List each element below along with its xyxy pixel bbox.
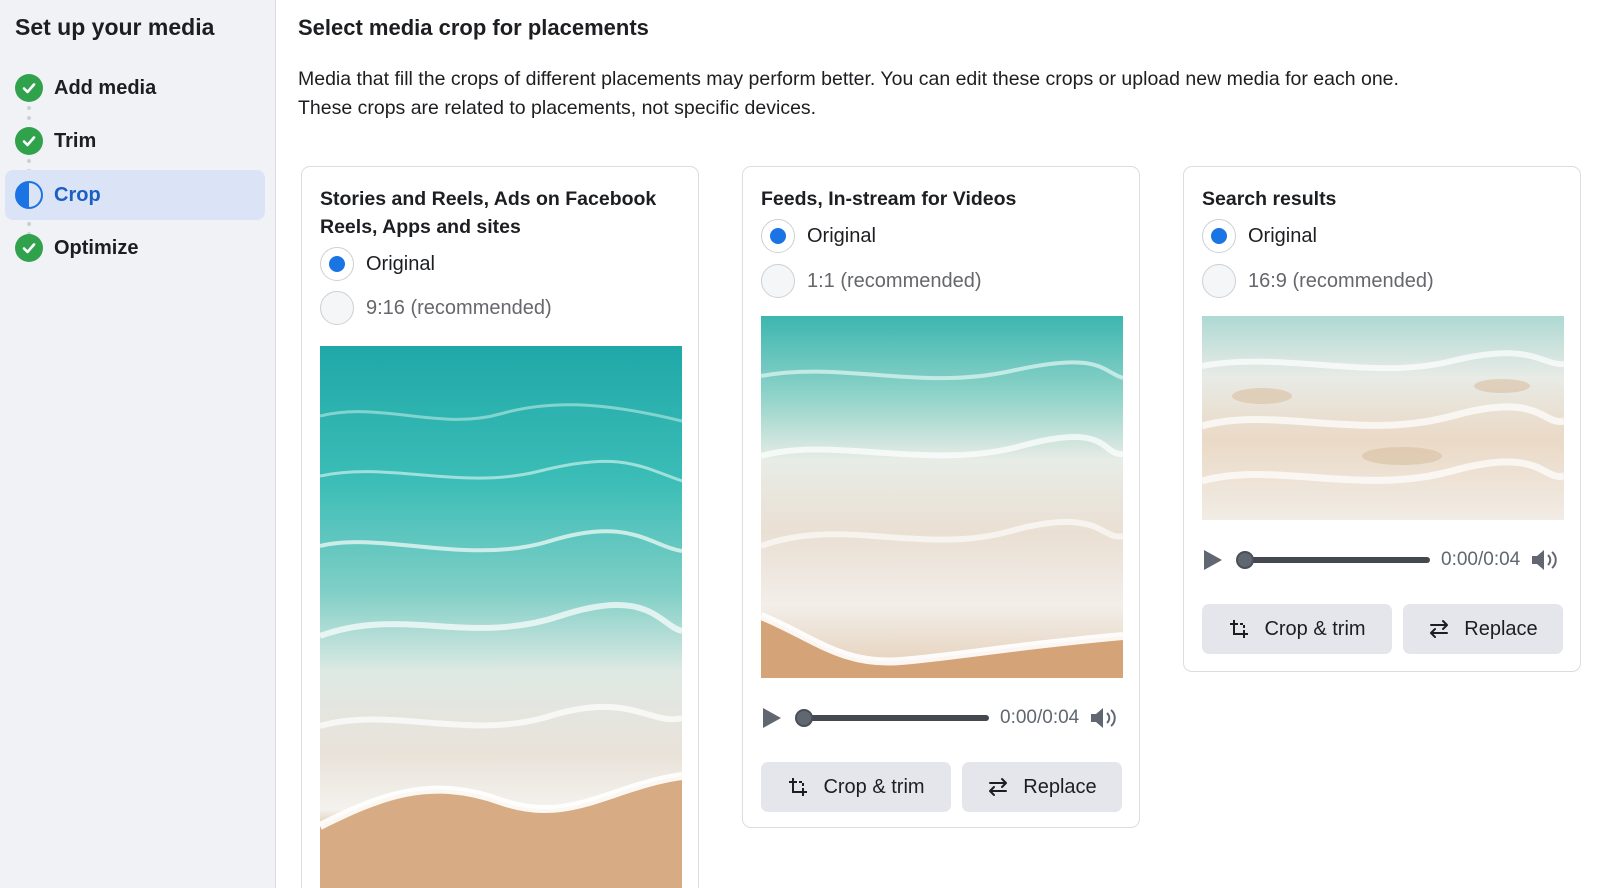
progress-slider[interactable] [1236,551,1430,569]
swap-arrows-icon [987,776,1009,798]
step-trim[interactable]: Trim [5,116,265,166]
radio-label: 1:1 (recommended) [807,269,982,292]
progress-slider[interactable] [795,709,989,727]
crop-icon [1228,618,1250,640]
button-label: Replace [1023,775,1097,798]
sidebar-title: Set up your media [15,14,215,40]
radio-label: 16:9 (recommended) [1248,269,1434,292]
crop-trim-button[interactable]: Crop & trim [761,762,951,812]
button-label: Crop & trim [1264,617,1366,640]
volume-icon[interactable] [1530,546,1560,574]
video-player-controls: 0:00/0:04 [1202,540,1564,580]
play-icon[interactable] [763,708,781,728]
radio-original[interactable]: Original [320,247,435,281]
placement-card-search: Search results Original 16:9 (recommende… [1183,166,1581,672]
radio-label: Original [1248,224,1317,247]
description-line: These crops are related to placements, n… [298,97,817,119]
radio-label: Original [366,252,435,275]
radio-9-16[interactable]: 9:16 (recommended) [320,291,552,325]
replace-button[interactable]: Replace [1403,604,1563,654]
placement-card-feeds: Feeds, In-stream for Videos Original 1:1… [742,166,1140,828]
card-title: Search results [1202,188,1337,210]
radio-label: 9:16 (recommended) [366,296,552,319]
button-label: Crop & trim [823,775,925,798]
card-title: Feeds, In-stream for Videos [761,188,1017,210]
check-circle-icon [15,74,43,102]
radio-button[interactable] [761,219,795,253]
check-circle-icon [15,127,43,155]
radio-label: Original [807,224,876,247]
sidebar: Set up your media Add media Trim Crop Op… [0,0,276,888]
step-label: Crop [54,183,101,206]
swap-arrows-icon [1428,618,1450,640]
step-label: Optimize [54,236,139,259]
card-title: Stories and Reels, Ads on Facebook Reels… [320,188,657,238]
crop-trim-button[interactable]: Crop & trim [1202,604,1392,654]
radio-1-1[interactable]: 1:1 (recommended) [761,264,982,298]
radio-original[interactable]: Original [1202,219,1317,253]
time-display: 0:00/0:04 [1441,549,1521,570]
placement-card-stories-reels: Stories and Reels, Ads on Facebook Reels… [301,166,699,888]
volume-icon[interactable] [1089,704,1119,732]
time-display: 0:00/0:04 [1000,707,1080,728]
media-preview-wide [1202,316,1564,520]
slider-thumb[interactable] [795,709,813,727]
crop-icon [787,776,809,798]
radio-button[interactable] [1202,219,1236,253]
radio-button[interactable] [320,291,354,325]
page-description: Media that fill the crops of different p… [298,65,1558,123]
video-player-controls: 0:00/0:04 [761,698,1123,738]
replace-button[interactable]: Replace [962,762,1122,812]
step-add-media[interactable]: Add media [5,63,265,113]
step-label: Trim [54,129,97,152]
step-optimize[interactable]: Optimize [5,223,265,273]
radio-button[interactable] [320,247,354,281]
half-circle-icon [15,181,43,209]
play-icon[interactable] [1204,550,1222,570]
description-line: Media that fill the crops of different p… [298,68,1399,90]
button-label: Replace [1464,617,1538,640]
radio-16-9[interactable]: 16:9 (recommended) [1202,264,1434,298]
media-preview-vertical [320,346,682,888]
check-circle-icon [15,234,43,262]
step-label: Add media [54,76,157,99]
slider-thumb[interactable] [1236,551,1254,569]
radio-original[interactable]: Original [761,219,876,253]
radio-button[interactable] [1202,264,1236,298]
page-title: Select media crop for placements [298,15,649,40]
radio-button[interactable] [761,264,795,298]
media-preview-square [761,316,1123,678]
step-crop[interactable]: Crop [5,170,265,220]
